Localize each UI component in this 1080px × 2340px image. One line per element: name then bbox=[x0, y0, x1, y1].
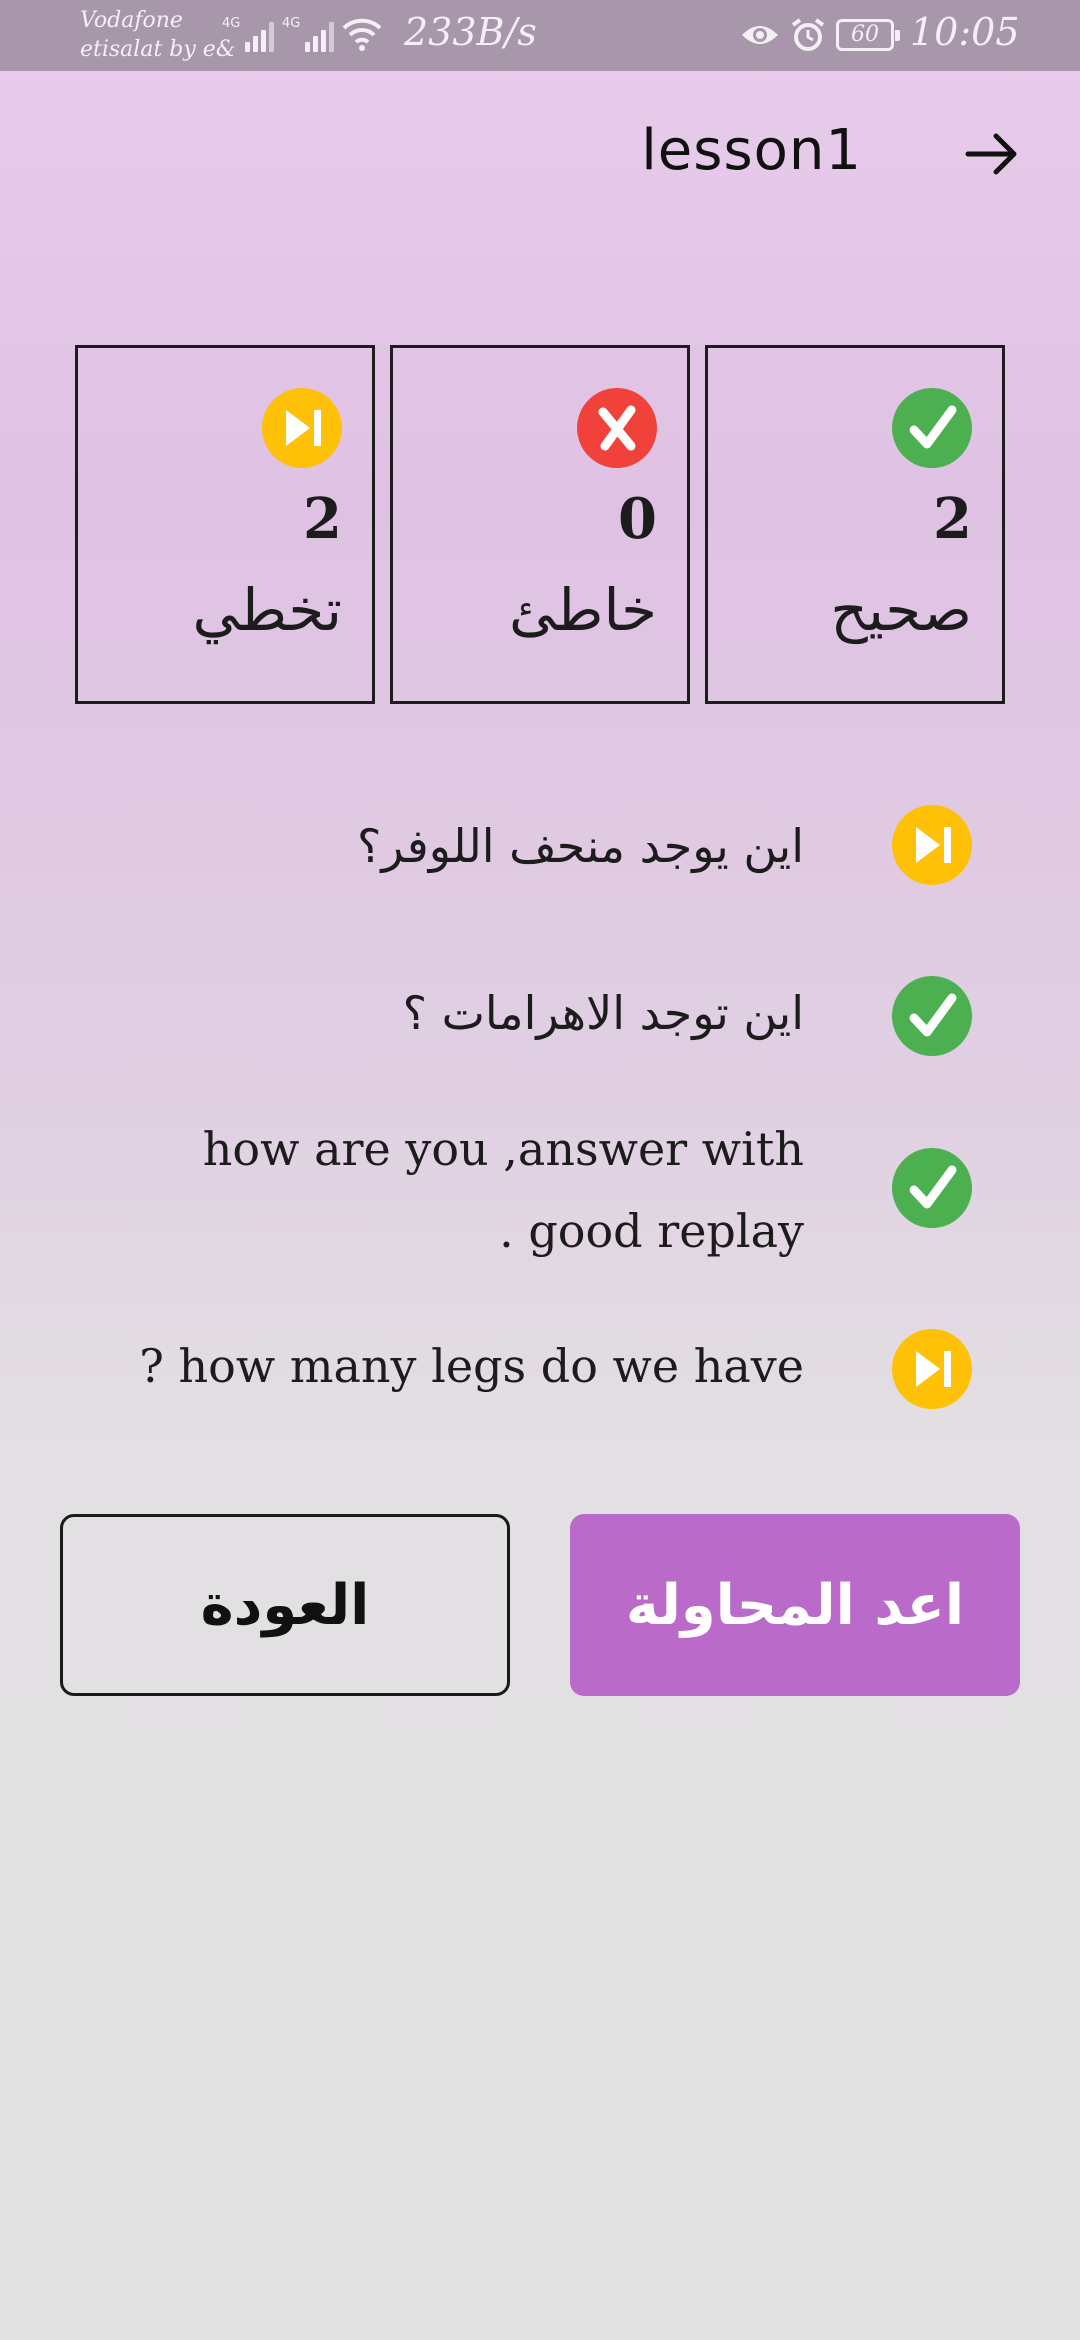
skip-icon bbox=[892, 805, 972, 885]
eye-icon bbox=[742, 26, 778, 44]
wifi-icon bbox=[342, 18, 382, 51]
question-text: اين يوجد منحف اللوفر؟ bbox=[356, 819, 804, 873]
battery-icon: 60 bbox=[836, 19, 900, 51]
network-type-label: 4G bbox=[222, 16, 241, 31]
stat-value-wrong: 0 bbox=[618, 486, 657, 552]
skip-icon bbox=[262, 388, 342, 468]
carrier-line-2: etisalat by e& bbox=[80, 37, 236, 62]
carrier-line-1: Vodafone bbox=[80, 8, 183, 33]
page-title: lesson1 bbox=[641, 118, 862, 183]
network-type-label-2: 4G bbox=[282, 16, 301, 31]
stat-value-correct: 2 bbox=[933, 486, 972, 552]
alarm-icon bbox=[791, 18, 825, 51]
check-icon bbox=[892, 1148, 972, 1228]
check-icon bbox=[892, 976, 972, 1056]
skip-icon bbox=[892, 1329, 972, 1409]
stat-card-skipped: 2 تخطي bbox=[75, 345, 375, 704]
question-text: how are you ,answer with good replay . bbox=[202, 1122, 804, 1258]
stat-label-skipped: تخطي bbox=[192, 576, 342, 644]
signal-icon: 4G bbox=[222, 16, 275, 52]
stat-card-wrong: 0 خاطئ bbox=[390, 345, 690, 704]
status-bar: Vodafone etisalat by e& 4G 4G 233B/s 60 … bbox=[0, 0, 1080, 71]
check-icon bbox=[892, 388, 972, 468]
network-speed: 233B/s bbox=[404, 10, 537, 54]
stat-label-correct: صحيح bbox=[830, 576, 972, 644]
question-text: اين توجد الاهرامات ؟ bbox=[402, 986, 804, 1040]
clock: 10:05 bbox=[910, 10, 1020, 54]
stat-card-correct: 2 صحيح bbox=[705, 345, 1005, 704]
carrier-name: Vodafone etisalat by e& bbox=[80, 6, 235, 64]
retry-button[interactable]: اعد المحاولة bbox=[570, 1514, 1020, 1696]
question-text: how many legs do we have ? bbox=[139, 1339, 804, 1393]
back-button[interactable]: العودة bbox=[60, 1514, 510, 1696]
signal-icon-2: 4G bbox=[282, 16, 335, 52]
stat-label-wrong: خاطئ bbox=[508, 576, 657, 644]
stat-value-skipped: 2 bbox=[303, 486, 342, 552]
cross-icon bbox=[577, 388, 657, 468]
arrow-right-icon[interactable] bbox=[962, 124, 1022, 184]
